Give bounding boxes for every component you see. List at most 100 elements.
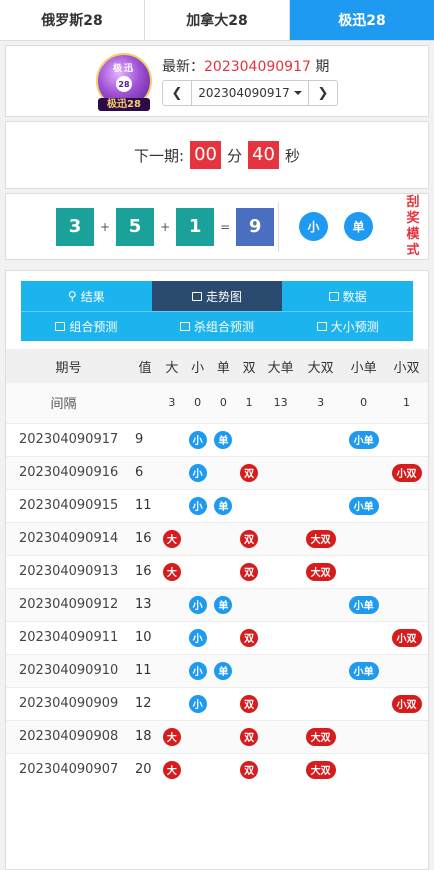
- row-cell: [299, 653, 343, 687]
- row-cell: [159, 653, 185, 687]
- row-cell: [236, 587, 262, 621]
- scratch-mode-link[interactable]: 刮奖模式: [406, 195, 420, 259]
- next-period-button[interactable]: ❯: [309, 81, 337, 105]
- logo-top-text: 极迅: [112, 64, 135, 74]
- row-cell: [262, 719, 300, 753]
- result-badge: 双: [240, 529, 259, 548]
- row-cell: 小双: [385, 620, 428, 654]
- row-cell: [236, 422, 262, 456]
- row-cell: [184, 719, 211, 753]
- row-cell: [342, 455, 386, 489]
- nav-kill-combo-button[interactable]: 杀组合预测: [151, 312, 283, 341]
- result-badge: 大双: [305, 562, 336, 581]
- tab-jixun28[interactable]: 极迅28: [290, 0, 434, 40]
- row-cell: 小单: [342, 422, 386, 456]
- row-cell: [184, 752, 211, 786]
- row-cell: 小: [184, 587, 211, 621]
- row-cell: 大: [159, 554, 185, 588]
- logo-ball-number: 28: [116, 76, 132, 92]
- latest-prefix: 最新：: [162, 59, 204, 75]
- result-badge: 大双: [305, 760, 336, 779]
- row-cell: [159, 620, 185, 654]
- result-panel: 3 + 5 + 1 = 9 小 单 刮奖模式: [5, 193, 429, 260]
- row-value: 13: [131, 587, 159, 621]
- chart-icon: [328, 291, 339, 301]
- nav-data-button[interactable]: 数据: [282, 281, 414, 311]
- col-big-odd: 大单: [262, 349, 300, 383]
- col-big-even: 大双: [299, 349, 343, 383]
- result-badge: 双: [240, 562, 259, 581]
- result-badge: 大双: [305, 529, 336, 548]
- table-row: 202304090913 16 大双大双: [6, 554, 428, 588]
- tab-canada28[interactable]: 加拿大28: [145, 0, 290, 40]
- col-small-even: 小双: [385, 349, 428, 383]
- row-period: 202304090911: [6, 620, 131, 654]
- result-badge: 双: [240, 727, 259, 746]
- row-value: 12: [131, 686, 159, 720]
- row-cell: 小: [184, 620, 211, 654]
- row-cell: 双: [236, 455, 262, 489]
- row-value: 11: [131, 488, 159, 522]
- result-badge: 大: [162, 562, 181, 581]
- row-cell: 双: [236, 521, 262, 555]
- gap-row: 间隔 3 0 0 1 13 3 0 1: [6, 383, 428, 423]
- nav-combo-predict-label: 组合预测: [69, 320, 118, 334]
- nav-size-predict-button[interactable]: 大小预测: [282, 312, 414, 341]
- row-cell: [262, 422, 300, 456]
- row-cell: 小: [184, 488, 211, 522]
- result-badge: 大双: [305, 727, 336, 746]
- row-cell: 小双: [385, 455, 428, 489]
- result-badge: 双: [240, 463, 259, 482]
- result-badge: 大: [162, 529, 181, 548]
- row-cell: [210, 554, 237, 588]
- nav-trend-button[interactable]: 走势图: [151, 281, 283, 311]
- gap-value: 0: [184, 383, 211, 423]
- row-period: 202304090908: [6, 719, 131, 753]
- row-period: 202304090910: [6, 653, 131, 687]
- result-badge: 双: [240, 628, 259, 647]
- result-badge: 小双: [391, 628, 422, 647]
- row-cell: 小双: [385, 686, 428, 720]
- table-row: 202304090912 13 小单 小单: [6, 587, 428, 621]
- row-cell: [342, 719, 386, 753]
- prev-period-button[interactable]: ❮: [163, 81, 191, 105]
- row-cell: [159, 488, 185, 522]
- row-cell: [385, 587, 428, 621]
- row-cell: [385, 422, 428, 456]
- result-sum: 9: [236, 207, 275, 246]
- row-cell: 大: [159, 752, 185, 786]
- chart-icon: [55, 322, 66, 331]
- row-cell: [236, 653, 262, 687]
- result-number-2: 5: [116, 207, 155, 246]
- row-cell: 小: [184, 686, 211, 720]
- equals-sign: =: [220, 219, 231, 234]
- period-select[interactable]: 202304090917: [191, 81, 309, 105]
- row-cell: [236, 488, 262, 522]
- row-cell: [385, 653, 428, 687]
- table-row: 202304090909 12 小双 小双: [6, 686, 428, 720]
- result-badge: 单: [214, 496, 233, 515]
- chevron-right-icon: ❯: [317, 85, 329, 101]
- row-cell: [385, 554, 428, 588]
- countdown-seconds: 40: [248, 141, 279, 169]
- row-cell: [184, 521, 211, 555]
- row-cell: [299, 620, 343, 654]
- result-badge: 大: [162, 760, 181, 779]
- row-period: 202304090909: [6, 686, 131, 720]
- row-cell: [262, 653, 300, 687]
- tab-russia28[interactable]: 俄罗斯28: [0, 0, 145, 40]
- nav-results-button[interactable]: ⚲ 结果: [21, 281, 152, 311]
- chevron-left-icon: ❮: [171, 85, 183, 101]
- period-select-value: 202304090917: [198, 86, 290, 100]
- row-cell: 双: [236, 686, 262, 720]
- nav-combo-predict-button[interactable]: 组合预测: [21, 312, 152, 341]
- row-cell: 小: [184, 422, 211, 456]
- row-cell: [299, 686, 343, 720]
- size-tag: 小: [299, 212, 328, 241]
- row-cell: 单: [210, 587, 237, 621]
- row-cell: [262, 554, 300, 588]
- row-cell: [299, 587, 343, 621]
- result-badge: 小双: [391, 463, 422, 482]
- result-tags: 小 单: [279, 212, 373, 241]
- table-row: 202304090907 20 大双大双: [6, 752, 428, 786]
